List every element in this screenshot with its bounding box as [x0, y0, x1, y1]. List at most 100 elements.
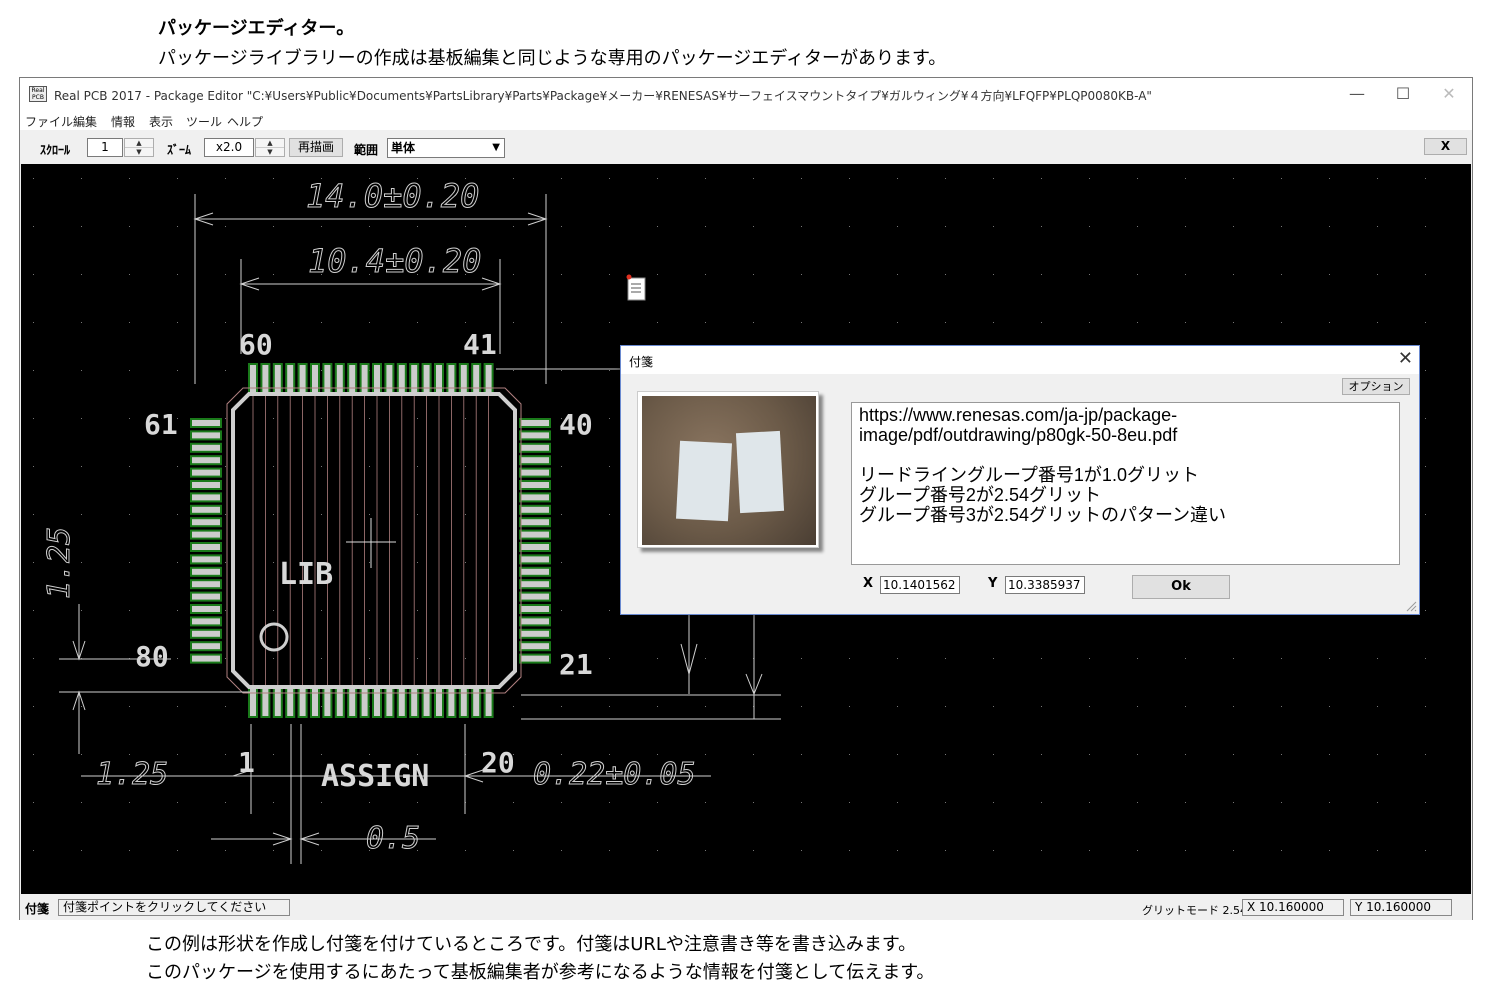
pad	[519, 430, 551, 441]
zoom-input[interactable]: x2.0	[204, 138, 254, 157]
grid-dot	[177, 754, 178, 755]
pad	[359, 686, 370, 718]
scroll-spinner[interactable]: ▲ ▼	[124, 138, 154, 157]
grid-dot	[33, 610, 34, 611]
grid-dot	[1137, 658, 1138, 659]
grid-dot	[1425, 178, 1426, 179]
grid-dot	[129, 322, 130, 323]
pin-label-1: 1	[238, 746, 255, 779]
grid-dot	[513, 274, 514, 275]
grid-dot	[561, 850, 562, 851]
grid-dot	[705, 802, 706, 803]
grid-dot	[801, 658, 802, 659]
grid-dot	[1425, 226, 1426, 227]
grid-dot	[609, 754, 610, 755]
ok-button[interactable]: Ok	[1132, 575, 1230, 599]
grid-dot	[993, 754, 994, 755]
grid-dot	[273, 322, 274, 323]
grid-dot	[1041, 658, 1042, 659]
grid-dot	[321, 370, 322, 371]
grid-dot	[609, 274, 610, 275]
pin-label-80: 80	[135, 640, 169, 673]
grid-dot	[753, 178, 754, 179]
grid-dot	[1137, 706, 1138, 707]
menu-edit[interactable]: 編集	[73, 113, 97, 130]
grid-dot	[993, 658, 994, 659]
grid-dot	[657, 802, 658, 803]
grid-dot	[225, 418, 226, 419]
paper-note-image	[675, 440, 733, 522]
grid-dot	[1425, 754, 1426, 755]
close-panel-button[interactable]: X	[1424, 138, 1467, 155]
grid-dot	[33, 322, 34, 323]
pad	[519, 480, 551, 490]
minimize-button[interactable]: —	[1342, 82, 1372, 106]
redraw-button[interactable]: 再描画	[289, 138, 343, 157]
pad	[260, 363, 271, 395]
spin-up-icon[interactable]: ▲	[256, 139, 284, 148]
spin-up-icon[interactable]: ▲	[125, 139, 153, 148]
grid-dot	[849, 706, 850, 707]
menu-file[interactable]: ファイル	[25, 113, 73, 130]
grid-dot	[33, 754, 34, 755]
page-heading: パッケージエディター。	[158, 18, 355, 39]
grid-dot	[369, 514, 370, 515]
zoom-spinner[interactable]: ▲ ▼	[255, 138, 285, 157]
close-window-button[interactable]: ✕	[1434, 82, 1464, 106]
menu-help[interactable]: ヘルプ	[227, 113, 263, 130]
pad	[434, 686, 444, 718]
grid-dot	[1089, 802, 1090, 803]
pad	[347, 363, 358, 395]
grid-dot	[225, 226, 226, 227]
grid-dot	[1377, 754, 1378, 755]
dialog-close-icon[interactable]: ✕	[1398, 348, 1413, 369]
grid-dot	[657, 274, 658, 275]
pad	[322, 363, 333, 395]
grid-dot	[897, 274, 898, 275]
menu-info[interactable]: 情報	[111, 113, 135, 130]
grid-dot	[81, 514, 82, 515]
menu-view[interactable]: 表示	[149, 113, 173, 130]
x-coord-input[interactable]: 10.1401562	[880, 576, 960, 594]
grid-dot	[1137, 178, 1138, 179]
pin-label-61: 61	[144, 408, 178, 441]
app-icon: Real PCB	[29, 86, 47, 102]
grid-dot	[33, 418, 34, 419]
pads-top	[248, 363, 494, 395]
grid-dot	[321, 610, 322, 611]
grid-dot	[657, 658, 658, 659]
grid-dot	[1185, 226, 1186, 227]
y-coord-input[interactable]: 10.3385937	[1005, 576, 1085, 594]
pad	[519, 591, 551, 602]
menu-bar: ファイル 編集 情報 表示 ツール ヘルプ	[20, 110, 1472, 130]
menu-tools[interactable]: ツール	[186, 113, 222, 130]
grid-dot	[945, 850, 946, 851]
options-button[interactable]: オプション	[1342, 378, 1410, 395]
grid-dot	[177, 370, 178, 371]
grid-dot	[1425, 850, 1426, 851]
range-select[interactable]: 単体 ▼	[387, 138, 505, 158]
sticky-note-icon[interactable]	[626, 274, 646, 301]
grid-dot	[1185, 178, 1186, 179]
grid-dot	[417, 466, 418, 467]
grid-dot	[1089, 850, 1090, 851]
grid-dot	[33, 802, 34, 803]
maximize-button[interactable]: ☐	[1388, 82, 1418, 106]
grid-dot	[1233, 274, 1234, 275]
grid-dot	[81, 562, 82, 563]
resize-grip-icon[interactable]	[1405, 600, 1417, 612]
pad	[409, 686, 420, 718]
grid-dot	[1137, 274, 1138, 275]
grid-dot	[81, 418, 82, 419]
note-textarea[interactable]: https://www.renesas.com/ja-jp/package- i…	[851, 402, 1400, 565]
caption-line-2: このパッケージを使用するにあたって基板編集者が参考になるような情報を付箋として伝…	[146, 962, 935, 983]
spin-down-icon[interactable]: ▼	[125, 148, 153, 157]
grid-dot	[1425, 322, 1426, 323]
grid-dot	[1137, 802, 1138, 803]
scroll-input[interactable]: 1	[87, 138, 123, 157]
grid-dot	[753, 850, 754, 851]
spin-down-icon[interactable]: ▼	[256, 148, 284, 157]
y-label: Y	[988, 576, 998, 591]
grid-dot	[945, 754, 946, 755]
grid-dot	[897, 658, 898, 659]
